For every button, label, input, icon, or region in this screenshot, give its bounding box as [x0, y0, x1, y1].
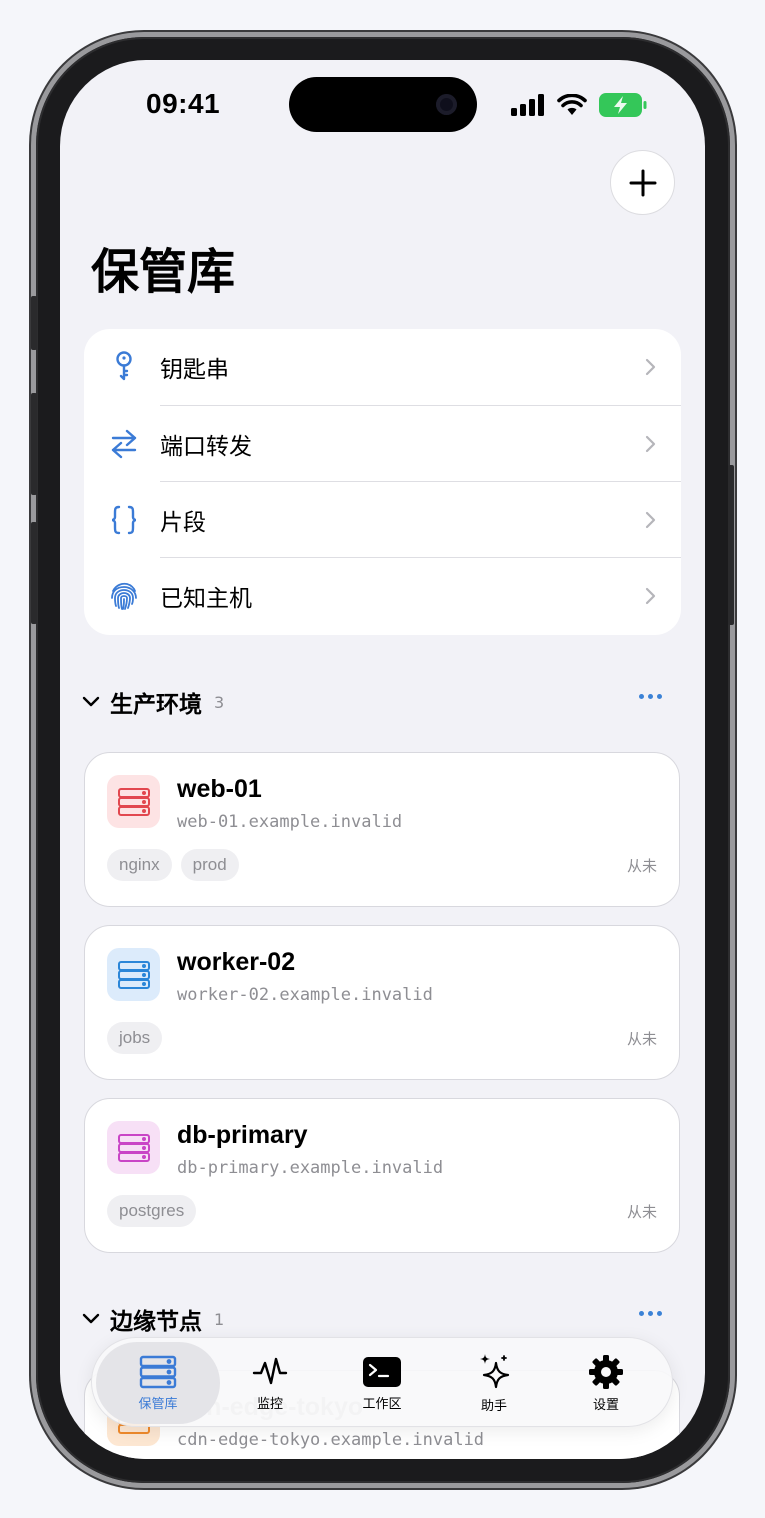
host-address: cdn-edge-tokyo.example.invalid: [177, 1430, 485, 1450]
camera-icon: [436, 94, 457, 115]
chevron-right-icon: [645, 587, 656, 605]
terminal-icon: [363, 1356, 401, 1387]
battery-charging-icon: [599, 93, 647, 117]
pulse-icon: [252, 1357, 288, 1384]
chevron-right-icon: [645, 435, 656, 453]
host-name: worker-02: [177, 948, 296, 976]
volume-up-button: [31, 393, 37, 495]
more-options-icon[interactable]: [639, 1311, 662, 1316]
group-title: 边缘节点: [110, 1309, 202, 1335]
menu-item-label: 钥匙串: [160, 357, 229, 383]
plus-icon: [629, 169, 656, 196]
host-address: worker-02.example.invalid: [177, 985, 433, 1005]
menu-item-label: 已知主机: [160, 586, 252, 612]
chevron-right-icon: [645, 511, 656, 529]
fingerprint-icon: [109, 581, 139, 611]
add-host-button[interactable]: [610, 150, 675, 215]
host-address: web-01.example.invalid: [177, 812, 403, 832]
screen: 09:41 保管库 钥匙串 端口转发 片段 已知主机 生产环境 3 web-01…: [60, 60, 705, 1459]
tag-list: nginx prod: [107, 849, 239, 881]
last-connected: 从未: [626, 857, 657, 875]
host-card-db-primary[interactable]: db-primary db-primary.example.invalid po…: [84, 1098, 680, 1253]
arrows-left-right-icon: [109, 429, 139, 459]
tab-label: 工作区: [362, 1396, 402, 1412]
server-icon: [107, 1121, 160, 1174]
tab-workspace[interactable]: 工作区: [326, 1338, 438, 1428]
group-header-edge-nodes[interactable]: 边缘节点 1: [82, 1299, 662, 1339]
tag-list: postgres: [107, 1195, 197, 1227]
group-count: 3: [214, 692, 225, 712]
vault-menu-card: 钥匙串 端口转发 片段 已知主机: [84, 329, 681, 635]
group-header-production[interactable]: 生产环境 3: [82, 682, 662, 722]
last-connected: 从未: [626, 1030, 657, 1048]
server-icon: [139, 1355, 177, 1388]
page-title: 保管库: [91, 244, 236, 300]
more-options-icon[interactable]: [639, 694, 662, 699]
menu-item-label: 片段: [160, 510, 206, 536]
menu-item-port-forwarding[interactable]: 端口转发: [84, 406, 681, 482]
dynamic-island: [289, 77, 477, 132]
host-address: db-primary.example.invalid: [177, 1158, 444, 1178]
tab-vault[interactable]: 保管库: [102, 1338, 214, 1428]
sparkles-icon: [480, 1353, 510, 1388]
server-icon: [107, 775, 160, 828]
tab-label: 保管库: [138, 1396, 178, 1412]
last-connected: 从未: [626, 1203, 657, 1221]
tag-list: jobs: [107, 1022, 163, 1054]
group-title: 生产环境: [110, 692, 202, 718]
menu-item-keychain[interactable]: 钥匙串: [84, 329, 681, 405]
gear-icon: [589, 1354, 623, 1389]
menu-item-known-hosts[interactable]: 已知主机: [84, 558, 681, 634]
menu-item-label: 端口转发: [160, 434, 252, 460]
host-card-web-01[interactable]: web-01 web-01.example.invalid nginx prod…: [84, 752, 680, 907]
tab-label: 助手: [480, 1398, 507, 1414]
server-icon: [107, 948, 160, 1001]
tab-assistant[interactable]: 助手: [438, 1338, 550, 1428]
tab-bar: 保管库 监控 工作区 助手 设置: [91, 1337, 673, 1427]
tab-monitor[interactable]: 监控: [214, 1338, 326, 1428]
braces-icon: [109, 505, 139, 535]
cellular-signal-icon: [511, 94, 544, 116]
chevron-down-icon: [82, 696, 100, 707]
tag: jobs: [107, 1022, 163, 1054]
tag: nginx: [107, 849, 172, 881]
host-name: web-01: [177, 775, 262, 803]
host-card-worker-02[interactable]: worker-02 worker-02.example.invalid jobs…: [84, 925, 680, 1080]
status-time: 09:41: [146, 88, 221, 119]
status-icons: [511, 93, 647, 117]
key-icon: [109, 351, 139, 382]
volume-down-button: [31, 522, 37, 624]
host-name: db-primary: [177, 1121, 308, 1149]
menu-item-snippets[interactable]: 片段: [84, 482, 681, 558]
power-button: [728, 465, 734, 625]
chevron-right-icon: [645, 358, 656, 376]
tab-label: 监控: [256, 1396, 283, 1412]
chevron-down-icon: [82, 1313, 100, 1324]
tab-settings[interactable]: 设置: [550, 1338, 662, 1428]
tag: prod: [180, 849, 239, 881]
tab-label: 设置: [592, 1397, 619, 1413]
action-button: [31, 296, 37, 350]
wifi-icon: [557, 94, 587, 115]
group-count: 1: [214, 1309, 225, 1329]
tag: postgres: [107, 1195, 197, 1227]
